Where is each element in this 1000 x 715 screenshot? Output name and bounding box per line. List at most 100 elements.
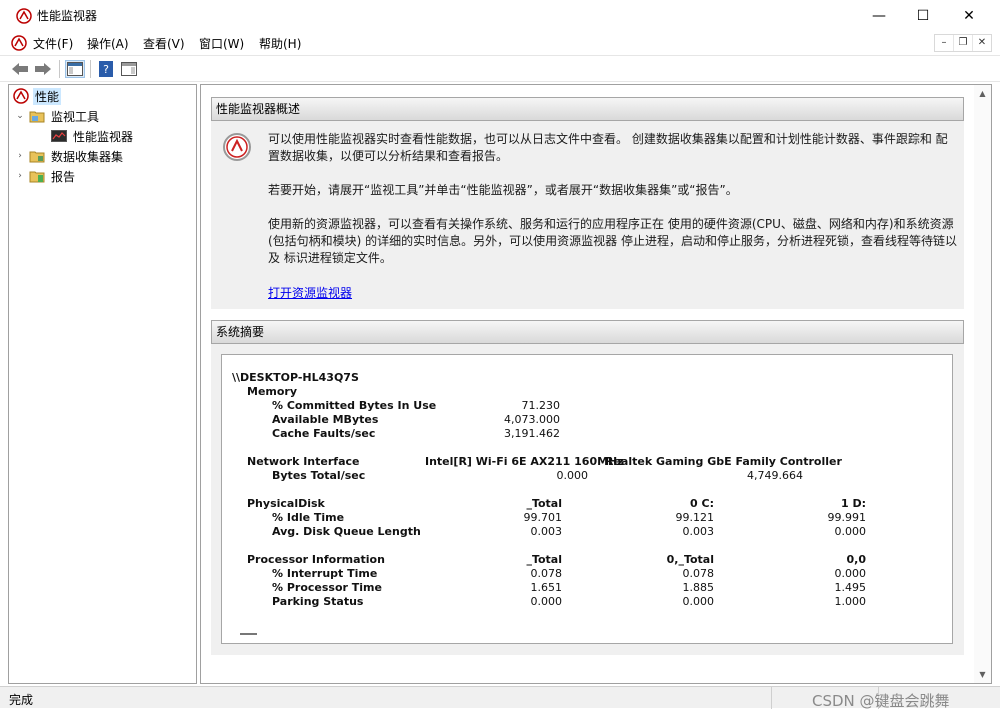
chart-monitor-icon bbox=[51, 130, 67, 142]
watermark: CSDN @键盘会跳舞 bbox=[812, 692, 950, 710]
window-title: 性能监视器 bbox=[37, 9, 98, 23]
counter-value: 0.000 bbox=[682, 595, 715, 608]
menu-file[interactable]: 文件(F) bbox=[33, 35, 73, 52]
counter-value: 0.000 bbox=[556, 469, 589, 482]
counter-value: 71.230 bbox=[521, 399, 561, 412]
processor-info-label: Processor Information bbox=[247, 553, 385, 566]
forward-arrow-icon bbox=[35, 63, 51, 75]
tree-item-performance[interactable]: 性能 bbox=[13, 87, 62, 105]
svg-text:?: ? bbox=[103, 63, 109, 76]
status-divider bbox=[771, 687, 772, 709]
system-summary-section: 系统摘要 \\DESKTOP-HL43Q7S Memory % Committe… bbox=[211, 320, 964, 655]
tree-item-label: 性能监视器 bbox=[73, 129, 134, 144]
console-tree-icon bbox=[67, 62, 83, 76]
tree-item-label: 数据收集器集 bbox=[51, 149, 124, 164]
overview-paragraph-3: 使用新的资源监视器，可以查看有关操作系统、服务和运行的应用程序正在 使用的硬件资… bbox=[268, 217, 957, 265]
toolbar-separator bbox=[59, 60, 60, 78]
chevron-down-icon[interactable]: ⌄ bbox=[15, 111, 25, 121]
maximize-button[interactable]: ☐ bbox=[900, 0, 946, 31]
system-summary-header[interactable]: 系统摘要 bbox=[211, 320, 964, 344]
overview-header[interactable]: 性能监视器概述 bbox=[211, 97, 964, 121]
tree-item-label: 性能 bbox=[33, 87, 62, 105]
counter-value: 4,073.000 bbox=[504, 413, 560, 426]
counter-name: Avg. Disk Queue Length bbox=[272, 525, 421, 538]
counter-value: 0.003 bbox=[530, 525, 563, 538]
summary-divider bbox=[240, 633, 257, 635]
chevron-right-icon[interactable]: › bbox=[15, 171, 25, 181]
counter-value: 0.000 bbox=[530, 595, 563, 608]
menu-bar: 文件(F) 操作(A) 查看(V) 窗口(W) 帮助(H) bbox=[0, 31, 1000, 55]
open-resource-monitor-link[interactable]: 打开资源监视器 bbox=[268, 286, 352, 300]
maximize-icon: ☐ bbox=[916, 7, 930, 24]
network-column-header: Intel[R] Wi-Fi 6E AX211 160MHz bbox=[425, 455, 624, 468]
perfmon-menu-icon[interactable] bbox=[11, 35, 27, 51]
minimize-button[interactable]: — bbox=[856, 0, 902, 31]
forward-button[interactable] bbox=[33, 60, 53, 78]
close-icon: ✕ bbox=[963, 7, 975, 24]
menu-action[interactable]: 操作(A) bbox=[87, 35, 129, 52]
perfmon-large-icon bbox=[223, 133, 251, 161]
tree-item-reports[interactable]: › 报告 bbox=[15, 167, 77, 185]
tree-item-performance-monitor[interactable]: 性能监视器 bbox=[51, 127, 135, 145]
folder-icon bbox=[29, 111, 45, 123]
counter-value: 0.000 bbox=[834, 525, 867, 538]
back-arrow-icon bbox=[12, 63, 28, 75]
disk-column-header: 1 D: bbox=[840, 497, 866, 510]
counter-value: 0.078 bbox=[530, 567, 563, 580]
disk-column-header: 0 C: bbox=[690, 497, 714, 510]
counter-value: 0.003 bbox=[682, 525, 715, 538]
chevron-right-icon[interactable]: › bbox=[15, 151, 25, 161]
tree-item-monitoring-tools[interactable]: ⌄ 监视工具 bbox=[15, 107, 101, 125]
help-button[interactable]: ? bbox=[96, 60, 116, 78]
perfmon-icon bbox=[13, 88, 29, 104]
tree-item-label: 报告 bbox=[51, 169, 76, 184]
counter-value: 1.495 bbox=[834, 581, 867, 594]
overview-paragraph-2: 若要开始，请展开“监视工具”并单击“性能监视器”，或者展开“数据收集器集”或“报… bbox=[268, 183, 738, 197]
back-button[interactable] bbox=[10, 60, 30, 78]
counter-name: % Idle Time bbox=[272, 511, 345, 524]
memory-label: Memory bbox=[247, 385, 298, 398]
close-button[interactable]: ✕ bbox=[946, 0, 992, 31]
counter-value: 99.991 bbox=[827, 511, 867, 524]
host-name: \\DESKTOP-HL43Q7S bbox=[232, 371, 359, 384]
show-action-pane-button[interactable] bbox=[119, 60, 139, 78]
counter-value: 1.000 bbox=[834, 595, 867, 608]
tree-item-data-collector-sets[interactable]: › 数据收集器集 bbox=[15, 147, 125, 165]
counter-name: Cache Faults/sec bbox=[272, 427, 376, 440]
menu-view[interactable]: 查看(V) bbox=[143, 35, 185, 52]
status-bar: 完成 CSDN @键盘会跳舞 bbox=[0, 686, 1000, 710]
mdi-minimize-button[interactable]: – bbox=[935, 35, 954, 51]
counter-name: % Committed Bytes In Use bbox=[272, 399, 437, 412]
overview-paragraph-1: 可以使用性能监视器实时查看性能数据，也可以从日志文件中查看。 创建数据收集器集以… bbox=[268, 132, 948, 163]
processor-column-header: _Total bbox=[526, 553, 562, 566]
disk-column-header: _Total bbox=[526, 497, 562, 510]
network-column-header: Realtek Gaming GbE Family Controller bbox=[605, 455, 842, 468]
counter-name: % Processor Time bbox=[272, 581, 382, 594]
counter-value: 1.885 bbox=[682, 581, 715, 594]
mdi-restore-button[interactable]: ❐ bbox=[954, 35, 973, 51]
processor-column-header: 0,_Total bbox=[666, 553, 714, 566]
network-label: Network Interface bbox=[247, 455, 360, 468]
title-bar: 性能监视器 — ☐ ✕ bbox=[0, 0, 1000, 31]
counter-value: 99.121 bbox=[675, 511, 715, 524]
system-summary-box: \\DESKTOP-HL43Q7S Memory % Committed Byt… bbox=[221, 354, 953, 644]
overview-section: 性能监视器概述 可以使用性能监视器实时查看性能数据，也可以从日志文件中查看。 创… bbox=[211, 97, 964, 309]
counter-value: 0.078 bbox=[682, 567, 715, 580]
folder-icon bbox=[29, 151, 45, 163]
mdi-controls: – ❐ ✕ bbox=[934, 34, 992, 52]
toolbar: ? bbox=[0, 55, 1000, 82]
vertical-scrollbar[interactable]: ▲ ▼ bbox=[974, 85, 991, 683]
scroll-up-arrow-icon[interactable]: ▲ bbox=[974, 85, 991, 102]
show-hide-tree-button[interactable] bbox=[65, 60, 85, 78]
toolbar-separator bbox=[90, 60, 91, 78]
scroll-down-arrow-icon[interactable]: ▼ bbox=[974, 666, 991, 683]
counter-name: Available MBytes bbox=[272, 413, 379, 426]
counter-value: 0.000 bbox=[834, 567, 867, 580]
menu-window[interactable]: 窗口(W) bbox=[199, 35, 244, 52]
counter-value: 3,191.462 bbox=[504, 427, 560, 440]
counter-name: % Interrupt Time bbox=[272, 567, 378, 580]
counter-value: 99.701 bbox=[523, 511, 563, 524]
menu-help[interactable]: 帮助(H) bbox=[259, 35, 301, 52]
counter-name: Parking Status bbox=[272, 595, 364, 608]
mdi-close-button[interactable]: ✕ bbox=[973, 35, 991, 51]
